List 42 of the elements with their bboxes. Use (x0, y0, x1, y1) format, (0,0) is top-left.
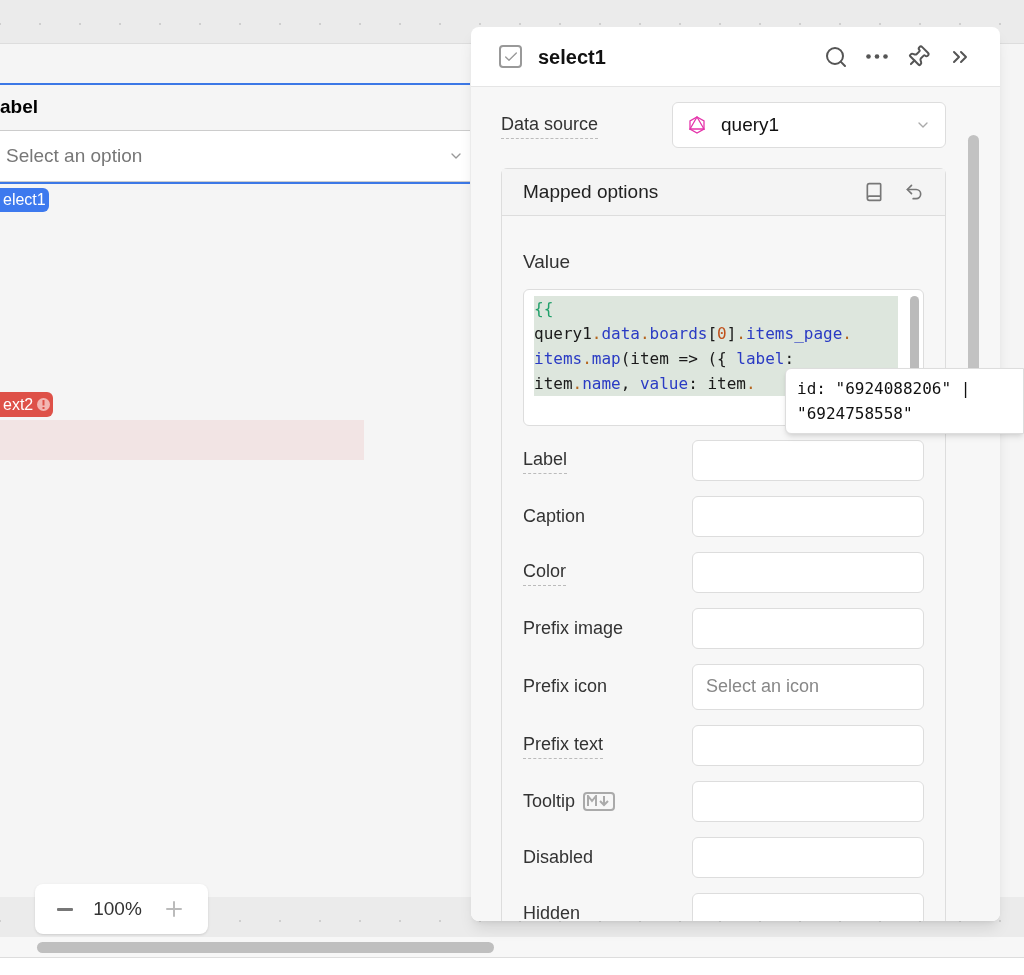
checkbox-icon (499, 45, 522, 68)
field-input[interactable]: Select an icon (692, 663, 924, 710)
zoom-level: 100% (93, 896, 142, 921)
field-label: Hidden (523, 901, 581, 921)
field-input[interactable] (692, 724, 924, 766)
field-input[interactable] (692, 780, 924, 822)
more-button[interactable] (866, 54, 888, 59)
minus-icon (57, 907, 74, 911)
reset-icon[interactable] (904, 182, 924, 202)
field-label: Tooltip (523, 789, 576, 813)
pin-button[interactable] (906, 44, 930, 69)
field-label: Data source (501, 111, 599, 139)
graphql-icon (687, 115, 707, 135)
field-input[interactable] (692, 495, 924, 537)
field-input[interactable] (692, 836, 924, 878)
zoom-out-button[interactable] (57, 907, 74, 911)
horizontal-scrollbar[interactable] (37, 941, 494, 953)
field-label: Caption (523, 504, 586, 528)
component-badge: elect1 (0, 188, 49, 212)
field-label: Prefix text (523, 731, 604, 759)
field-label: Disabled (523, 845, 594, 869)
section-title: Mapped options (523, 179, 659, 204)
value-tooltip: id: "6924088206" | "6924758558" (785, 368, 1024, 434)
field-label: Prefix icon (523, 675, 608, 698)
component-badge: ext2 (0, 392, 54, 417)
alert-icon (37, 398, 51, 411)
more-icon (866, 54, 888, 59)
field-label: Prefix image (523, 616, 624, 640)
field-input[interactable] (692, 892, 924, 921)
field-label: Color (523, 558, 566, 586)
search-button[interactable] (824, 44, 848, 69)
select-field[interactable]: Select an option (0, 130, 470, 182)
book-icon[interactable] (864, 182, 884, 202)
search-icon (824, 44, 848, 69)
field-input[interactable] (692, 551, 924, 593)
field-input[interactable] (692, 607, 924, 649)
field-input[interactable] (692, 439, 924, 481)
field-label: Label (523, 446, 568, 474)
inspector-title: select1 (538, 44, 606, 70)
data-source-dropdown[interactable]: query1 (672, 102, 946, 148)
value-label: Value (523, 250, 572, 274)
select-label: abel (0, 95, 39, 120)
